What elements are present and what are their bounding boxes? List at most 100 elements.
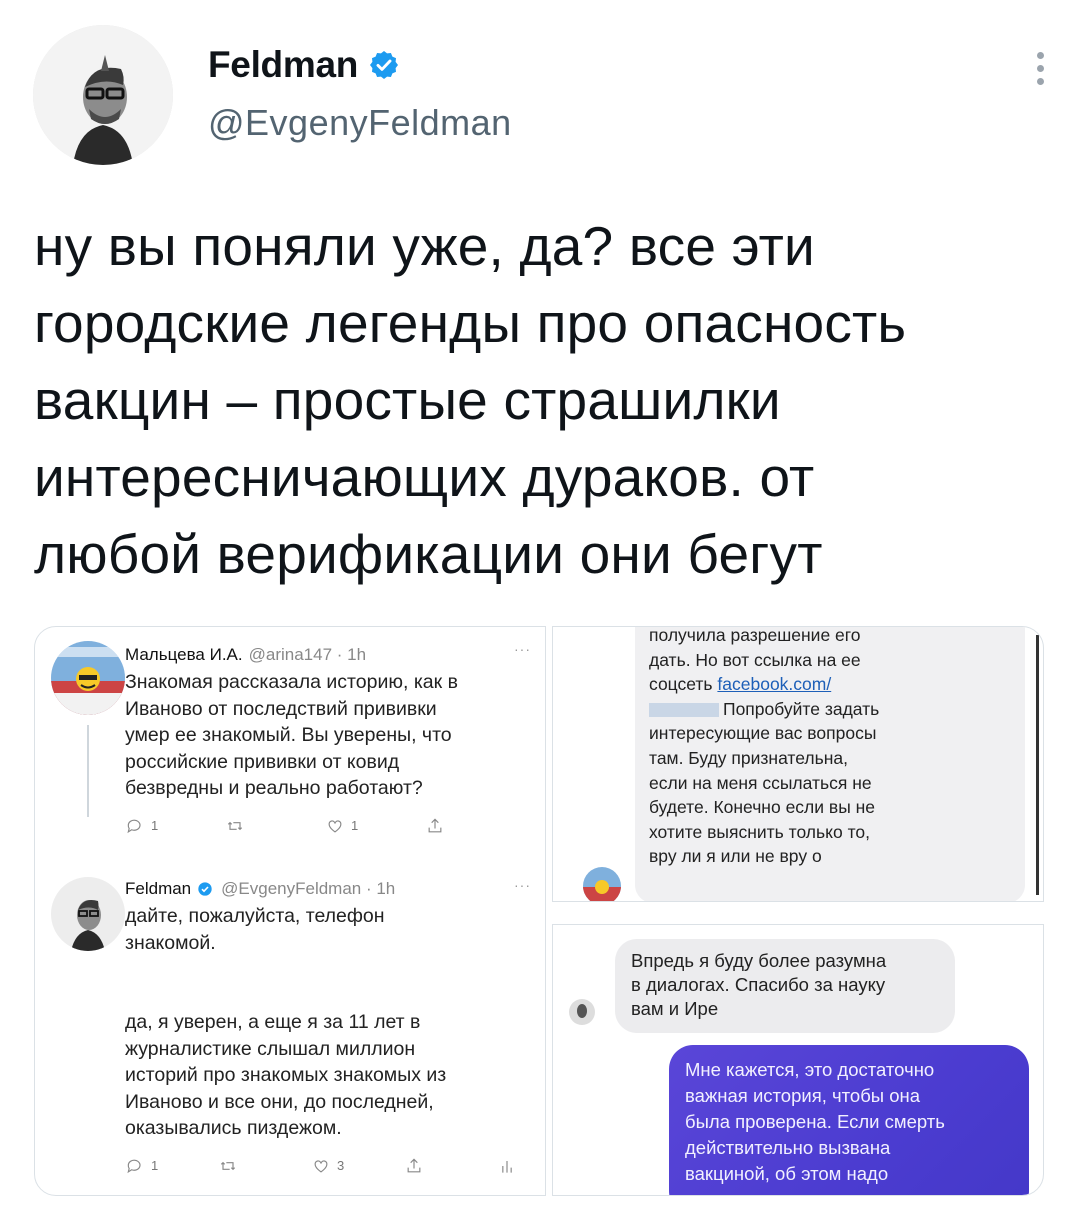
media-image-chat-bottom[interactable]: Впредь я буду более разумна в диалогах. … <box>552 924 1044 1196</box>
tweet-line: вакцин – простые страшилки <box>34 369 781 431</box>
tweet-text: ну вы поняли уже, да? все эти городские … <box>34 208 1044 593</box>
embedded-line: Знакомая рассказала историю, как в <box>125 671 458 693</box>
embedded-line: Иваново и все они, до последней, <box>125 1090 434 1113</box>
embedded-more-icon: ··· <box>514 877 531 893</box>
embedded-reply: 1 <box>125 816 225 836</box>
embedded-author-name: Мальцева И.А. <box>125 645 243 664</box>
reply-count: 1 <box>151 1158 159 1173</box>
message-line: была проверена. Если смерть <box>685 1111 945 1132</box>
chat-line: хотите выяснить только то, <box>649 821 870 842</box>
embedded-line: знакомой. <box>125 931 216 954</box>
chat-avatar <box>583 867 621 901</box>
embedded-line: дайте, пожалуйста, телефон <box>125 905 385 927</box>
message-line: Впредь я буду более разумна <box>631 950 887 971</box>
stats-icon <box>502 1160 512 1173</box>
embedded-meta: @EvgenyFeldman · 1h <box>221 879 396 898</box>
like-icon <box>314 1159 328 1173</box>
incoming-message-bubble: Впредь я буду более разумна в диалогах. … <box>615 939 955 1033</box>
embedded-line: умер ее знакомый. Вы уверены, что <box>125 724 452 746</box>
tweet-line: городские легенды про опасность <box>34 292 907 354</box>
message-line: важная история, чтобы она <box>685 1085 921 1106</box>
embedded-tweet-text: дайте, пожалуйста, телефон знакомой. да,… <box>125 903 525 1142</box>
media-image-reply-thread[interactable]: Мальцева И.А. @arina147 · 1h Знакомая ра… <box>34 626 546 1196</box>
embedded-meta: @arina147 · 1h <box>248 645 367 664</box>
like-icon <box>328 819 342 833</box>
redacted-block <box>649 703 719 718</box>
thread-connector-line <box>87 725 89 817</box>
reply-icon <box>127 819 141 833</box>
embedded-actions: 1 3 <box>125 1156 525 1176</box>
embedded-retweet <box>225 816 325 836</box>
embedded-line: безвредны и реально работают? <box>125 777 423 799</box>
outgoing-message-bubble: Мне кажется, это достаточно важная истор… <box>669 1045 1029 1195</box>
chat-line: интересующие вас вопросы <box>649 723 877 744</box>
author-handle[interactable]: @EvgenyFeldman <box>208 102 512 144</box>
chat-line: дать. Но вот ссылка на ее <box>649 649 861 670</box>
name-row: Feldman <box>208 44 512 86</box>
author-info: Feldman @EvgenyFeldman <box>208 44 512 144</box>
embedded-more-icon: ··· <box>514 641 531 657</box>
message-line: вам и Ире <box>631 998 719 1019</box>
chat-line: вру ли я или не вру о <box>649 846 822 867</box>
chat-line: если на меня ссылаться не <box>649 772 872 793</box>
chat-line: там. Буду признательна, <box>649 747 848 768</box>
embedded-line <box>125 983 525 1010</box>
embedded-avatar <box>51 641 125 715</box>
tweet-line: любой верификации они бегут <box>34 523 823 585</box>
verified-badge-icon <box>370 51 399 79</box>
more-options-icon[interactable] <box>1030 52 1050 92</box>
embedded-line: да, я уверен, а еще я за 11 лет в <box>125 1011 421 1033</box>
scrollbar[interactable] <box>1036 635 1039 895</box>
reply-icon <box>127 1159 141 1173</box>
embedded-line <box>125 956 525 983</box>
chat-line: будете. Конечно если вы не <box>649 797 876 818</box>
reply-count: 1 <box>151 818 159 833</box>
chat-line: получила разрешение его <box>649 626 861 645</box>
message-line: в диалогах. Спасибо за науку <box>631 974 886 995</box>
embedded-line: оказывались пиздежом. <box>125 1117 342 1139</box>
author-avatar-image <box>33 25 173 165</box>
message-line: вакциной, об этом надо <box>685 1163 889 1184</box>
embedded-avatar <box>51 877 125 951</box>
embedded-actions: 1 1 <box>125 816 525 836</box>
embedded-stats <box>497 1156 525 1176</box>
embedded-tweet-text: Знакомая рассказала историю, как в Ивано… <box>125 669 525 802</box>
author-display-name[interactable]: Feldman <box>208 44 358 86</box>
tweet-line: ну вы поняли уже, да? все эти <box>34 215 815 277</box>
embedded-line: журналистике слышал миллион <box>125 1037 416 1060</box>
embedded-tweet-body: Мальцева И.А. @arina147 · 1h Знакомая ра… <box>125 645 525 836</box>
embedded-line: историй про знакомых знакомых из <box>125 1064 447 1086</box>
chat-line: Попробуйте задать <box>649 697 879 722</box>
share-icon <box>428 818 442 832</box>
retweet-icon <box>220 1161 236 1170</box>
chat-avatar <box>569 999 595 1025</box>
author-avatar[interactable] <box>33 25 173 165</box>
tweet-header: Feldman @EvgenyFeldman <box>30 22 1050 172</box>
embedded-like: 1 <box>325 816 425 836</box>
like-count: 3 <box>337 1158 345 1173</box>
chat-top-text: получила разрешение его дать. Но вот ссы… <box>649 626 879 869</box>
retweet-icon <box>227 821 243 830</box>
embedded-reply: 1 <box>125 1156 218 1176</box>
embedded-tweet-body: Feldman @EvgenyFeldman · 1h дайте, пожал… <box>125 879 525 1176</box>
embedded-retweet <box>218 1156 311 1176</box>
chat-line-text: соцсеть <box>649 674 718 695</box>
like-count: 1 <box>351 818 359 833</box>
chat-line: соцсеть facebook.com/ <box>649 672 879 697</box>
media-image-chat-top[interactable]: получила разрешение его дать. Но вот ссы… <box>552 626 1044 902</box>
message-line: Мне кажется, это достаточно <box>685 1059 935 1080</box>
embedded-line: Иваново от последствий прививки <box>125 697 437 720</box>
embedded-share <box>404 1156 497 1176</box>
share-icon <box>407 1158 421 1172</box>
embedded-share <box>425 816 525 836</box>
embedded-author-name: Feldman <box>125 879 192 898</box>
embedded-tweet-header: Feldman @EvgenyFeldman · 1h <box>125 879 525 899</box>
embedded-line: российские прививки от ковид <box>125 750 400 773</box>
embedded-tweet-header: Мальцева И.А. @arina147 · 1h <box>125 645 525 665</box>
chat-line-text: Попробуйте задать <box>723 698 880 719</box>
chat-link: facebook.com/ <box>717 674 832 695</box>
message-line: действительно вызвана <box>685 1137 891 1158</box>
tweet-line: интересничающих дураков. от <box>34 446 815 508</box>
embedded-like: 3 <box>311 1156 404 1176</box>
verified-badge-icon <box>198 882 212 896</box>
